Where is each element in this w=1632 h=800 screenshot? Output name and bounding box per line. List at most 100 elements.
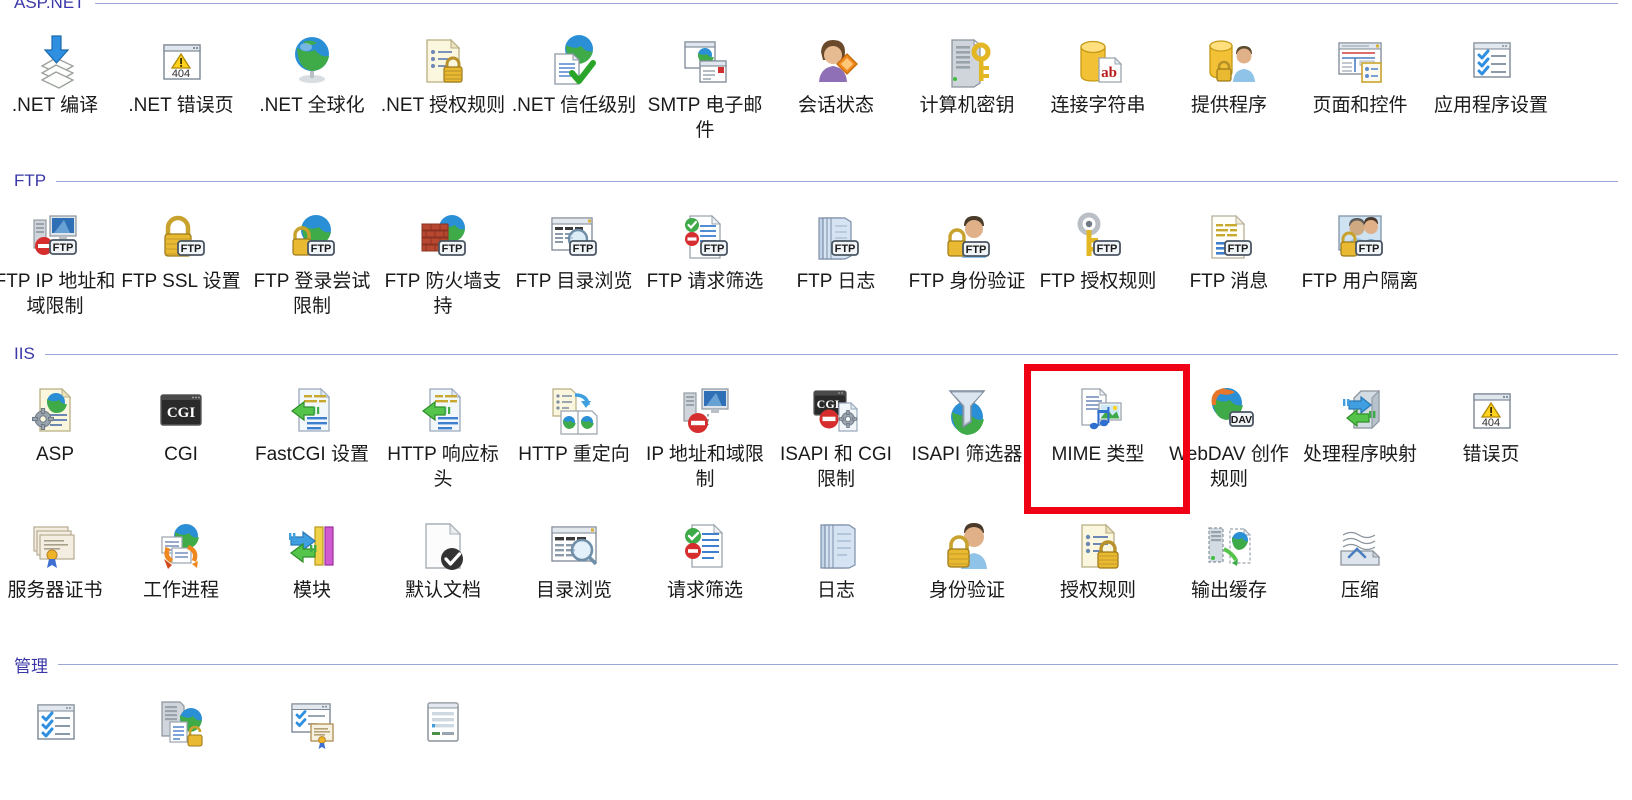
feature-tile-compression[interactable]: 压缩 <box>1297 505 1423 603</box>
feature-label: SMTP 电子邮件 <box>647 95 763 141</box>
feature-label: 授权规则 <box>1059 580 1136 601</box>
feature-label: HTTP 响应标头 <box>387 444 499 490</box>
feature-tile-connection-strings[interactable]: ab 连接字符串 <box>1035 20 1161 118</box>
feature-label: FTP 目录浏览 <box>515 271 633 292</box>
feature-tile-default-document[interactable]: 默认文档 <box>380 505 506 603</box>
net-trust-levels-icon <box>511 20 637 90</box>
feature-tile-server-certificates[interactable]: 服务器证书 <box>0 505 118 603</box>
feature-tile-webdav-authoring-rules[interactable]: DAV WebDAV 创作规则 <box>1166 369 1292 492</box>
ftp-user-isolation-icon: FTP <box>1297 196 1423 266</box>
ftp-ssl-settings-icon: FTP <box>118 196 244 266</box>
feature-tile-output-caching[interactable]: 输出缓存 <box>1166 505 1292 603</box>
feature-label: FTP IP 地址和域限制 <box>0 271 116 317</box>
feature-tile-management-service[interactable] <box>380 682 506 755</box>
svg-text:CGI: CGI <box>167 405 196 421</box>
feature-tile-fastcgi-settings[interactable]: FastCGI 设置 <box>249 369 375 467</box>
feature-tile-application-settings[interactable]: 应用程序设置 <box>1428 20 1554 118</box>
feature-tile-cgi[interactable]: CGI CGI <box>118 369 244 467</box>
ftp-messages-icon: FTP <box>1166 196 1292 266</box>
ftp-firewall-support-icon: FTP <box>380 196 506 266</box>
feature-tile-shared-configuration[interactable] <box>249 682 375 755</box>
svg-text:FTP: FTP <box>1097 243 1118 255</box>
cgi-icon: CGI <box>118 369 244 439</box>
mime-types-icon <box>1035 369 1161 439</box>
feature-tile-providers[interactable]: 提供程序 <box>1166 20 1292 118</box>
svg-text:FTP: FTP <box>704 243 725 255</box>
feature-tile-ftp-directory-browsing[interactable]: FTP FTP 目录浏览 <box>511 196 637 294</box>
feature-label: .NET 全球化 <box>259 95 365 116</box>
feature-tile-authorization-rules[interactable]: 授权规则 <box>1035 505 1161 603</box>
feature-tile-net-authorization-rules[interactable]: .NET 授权规则 <box>380 20 506 118</box>
pages-and-controls-icon <box>1297 20 1423 90</box>
feature-label: 会话状态 <box>797 95 874 116</box>
feature-tile-ftp-ssl-settings[interactable]: FTP FTP SSL 设置 <box>118 196 244 294</box>
isapi-cgi-restrictions-icon: CGI <box>773 369 899 439</box>
ip-domain-restrictions-icon <box>642 369 768 439</box>
feature-tile-isapi-filters[interactable]: ISAPI 筛选器 <box>904 369 1030 467</box>
feature-tile-ftp-firewall-support[interactable]: FTP FTP 防火墙支持 <box>380 196 506 319</box>
feature-tile-handler-mappings[interactable]: 处理程序映射 <box>1297 369 1423 467</box>
feature-tile-ftp-messages[interactable]: FTP FTP 消息 <box>1166 196 1292 294</box>
feature-tile-net-globalization[interactable]: .NET 全球化 <box>249 20 375 118</box>
feature-tile-net-error-pages[interactable]: 404 .NET 错误页 <box>118 20 244 118</box>
feature-tile-ftp-user-isolation[interactable]: FTP FTP 用户隔离 <box>1297 196 1423 294</box>
feature-label: IP 地址和域限制 <box>646 444 764 490</box>
feature-tile-ip-domain-restrictions[interactable]: IP 地址和域限制 <box>642 369 768 492</box>
section-title: ASP.NET <box>14 0 85 12</box>
directory-browsing-icon <box>511 505 637 575</box>
feature-label: ISAPI 和 CGI 限制 <box>780 444 892 490</box>
feature-label: 工作进程 <box>142 580 219 601</box>
feature-label: ISAPI 筛选器 <box>911 444 1023 465</box>
feature-tile-request-filtering[interactable]: 请求筛选 <box>642 505 768 603</box>
feature-label: 目录浏览 <box>535 580 612 601</box>
feature-tile-ftp-authorization-rules[interactable]: FTP FTP 授权规则 <box>1035 196 1161 294</box>
features-view-pane: ASP.NET .NET 编译 404 .NET 错误页 .NET 全球化 .N… <box>0 0 1632 800</box>
feature-tile-pages-and-controls[interactable]: 页面和控件 <box>1297 20 1423 118</box>
section-header-management: 管理 <box>0 655 1632 676</box>
feature-label: FTP 请求筛选 <box>646 271 764 292</box>
feature-tile-authentication[interactable]: 身份验证 <box>904 505 1030 603</box>
svg-text:ab: ab <box>1101 65 1117 81</box>
feature-tile-net-compilation[interactable]: .NET 编译 <box>0 20 118 118</box>
feature-label: WebDAV 创作规则 <box>1169 444 1289 490</box>
feature-tile-http-response-headers[interactable]: HTTP 响应标头 <box>380 369 506 492</box>
ftp-request-filtering-icon: FTP <box>642 196 768 266</box>
feature-tile-configuration-editor[interactable] <box>0 682 118 755</box>
feature-tile-smtp-email[interactable]: SMTP 电子邮件 <box>642 20 768 143</box>
feature-label: .NET 信任级别 <box>511 95 637 116</box>
feature-tile-isapi-cgi-restrictions[interactable]: CGI ISAPI 和 CGI 限制 <box>773 369 899 492</box>
feature-tile-ftp-authentication[interactable]: FTP FTP 身份验证 <box>904 196 1030 294</box>
feature-label: 模块 <box>292 580 331 601</box>
feature-tile-machine-key[interactable]: 计算机密钥 <box>904 20 1030 118</box>
feature-tile-ftp-logging[interactable]: FTP FTP 日志 <box>773 196 899 294</box>
output-caching-icon <box>1166 505 1292 575</box>
feature-tile-error-pages[interactable]: 404 错误页 <box>1428 369 1554 467</box>
feature-label: FTP 授权规则 <box>1039 271 1157 292</box>
server-certificates-icon <box>0 505 118 575</box>
feature-label: .NET 错误页 <box>128 95 234 116</box>
section-title: FTP <box>14 171 47 190</box>
feature-tile-feature-delegation[interactable] <box>118 682 244 755</box>
feature-tile-asp[interactable]: ASP <box>0 369 118 467</box>
feature-tile-session-state[interactable]: 会话状态 <box>773 20 899 118</box>
section-divider <box>58 663 1618 665</box>
feature-tile-ftp-logon-attempt-restrictions[interactable]: FTP FTP 登录尝试限制 <box>249 196 375 319</box>
feature-tile-directory-browsing[interactable]: 目录浏览 <box>511 505 637 603</box>
machine-key-icon <box>904 20 1030 90</box>
net-error-pages-icon: 404 <box>118 20 244 90</box>
feature-tile-ftp-request-filtering[interactable]: FTP FTP 请求筛选 <box>642 196 768 294</box>
feature-tile-logging[interactable]: 日志 <box>773 505 899 603</box>
feature-label: MIME 类型 <box>1051 444 1145 465</box>
compression-icon <box>1297 505 1423 575</box>
feature-tile-mime-types[interactable]: MIME 类型 <box>1035 369 1161 467</box>
feature-label: 压缩 <box>1340 580 1379 601</box>
feature-tile-net-trust-levels[interactable]: .NET 信任级别 <box>511 20 637 118</box>
feature-tile-modules[interactable]: 模块 <box>249 505 375 603</box>
feature-tile-worker-processes[interactable]: 工作进程 <box>118 505 244 603</box>
svg-text:FTP: FTP <box>835 243 856 255</box>
section-management: 管理 <box>0 655 1632 676</box>
feature-label: 默认文档 <box>404 580 481 601</box>
ftp-authentication-icon: FTP <box>904 196 1030 266</box>
feature-tile-http-redirect[interactable]: HTTP 重定向 <box>511 369 637 467</box>
feature-tile-ftp-ip-domain-restrictions[interactable]: FTP FTP IP 地址和域限制 <box>0 196 118 319</box>
